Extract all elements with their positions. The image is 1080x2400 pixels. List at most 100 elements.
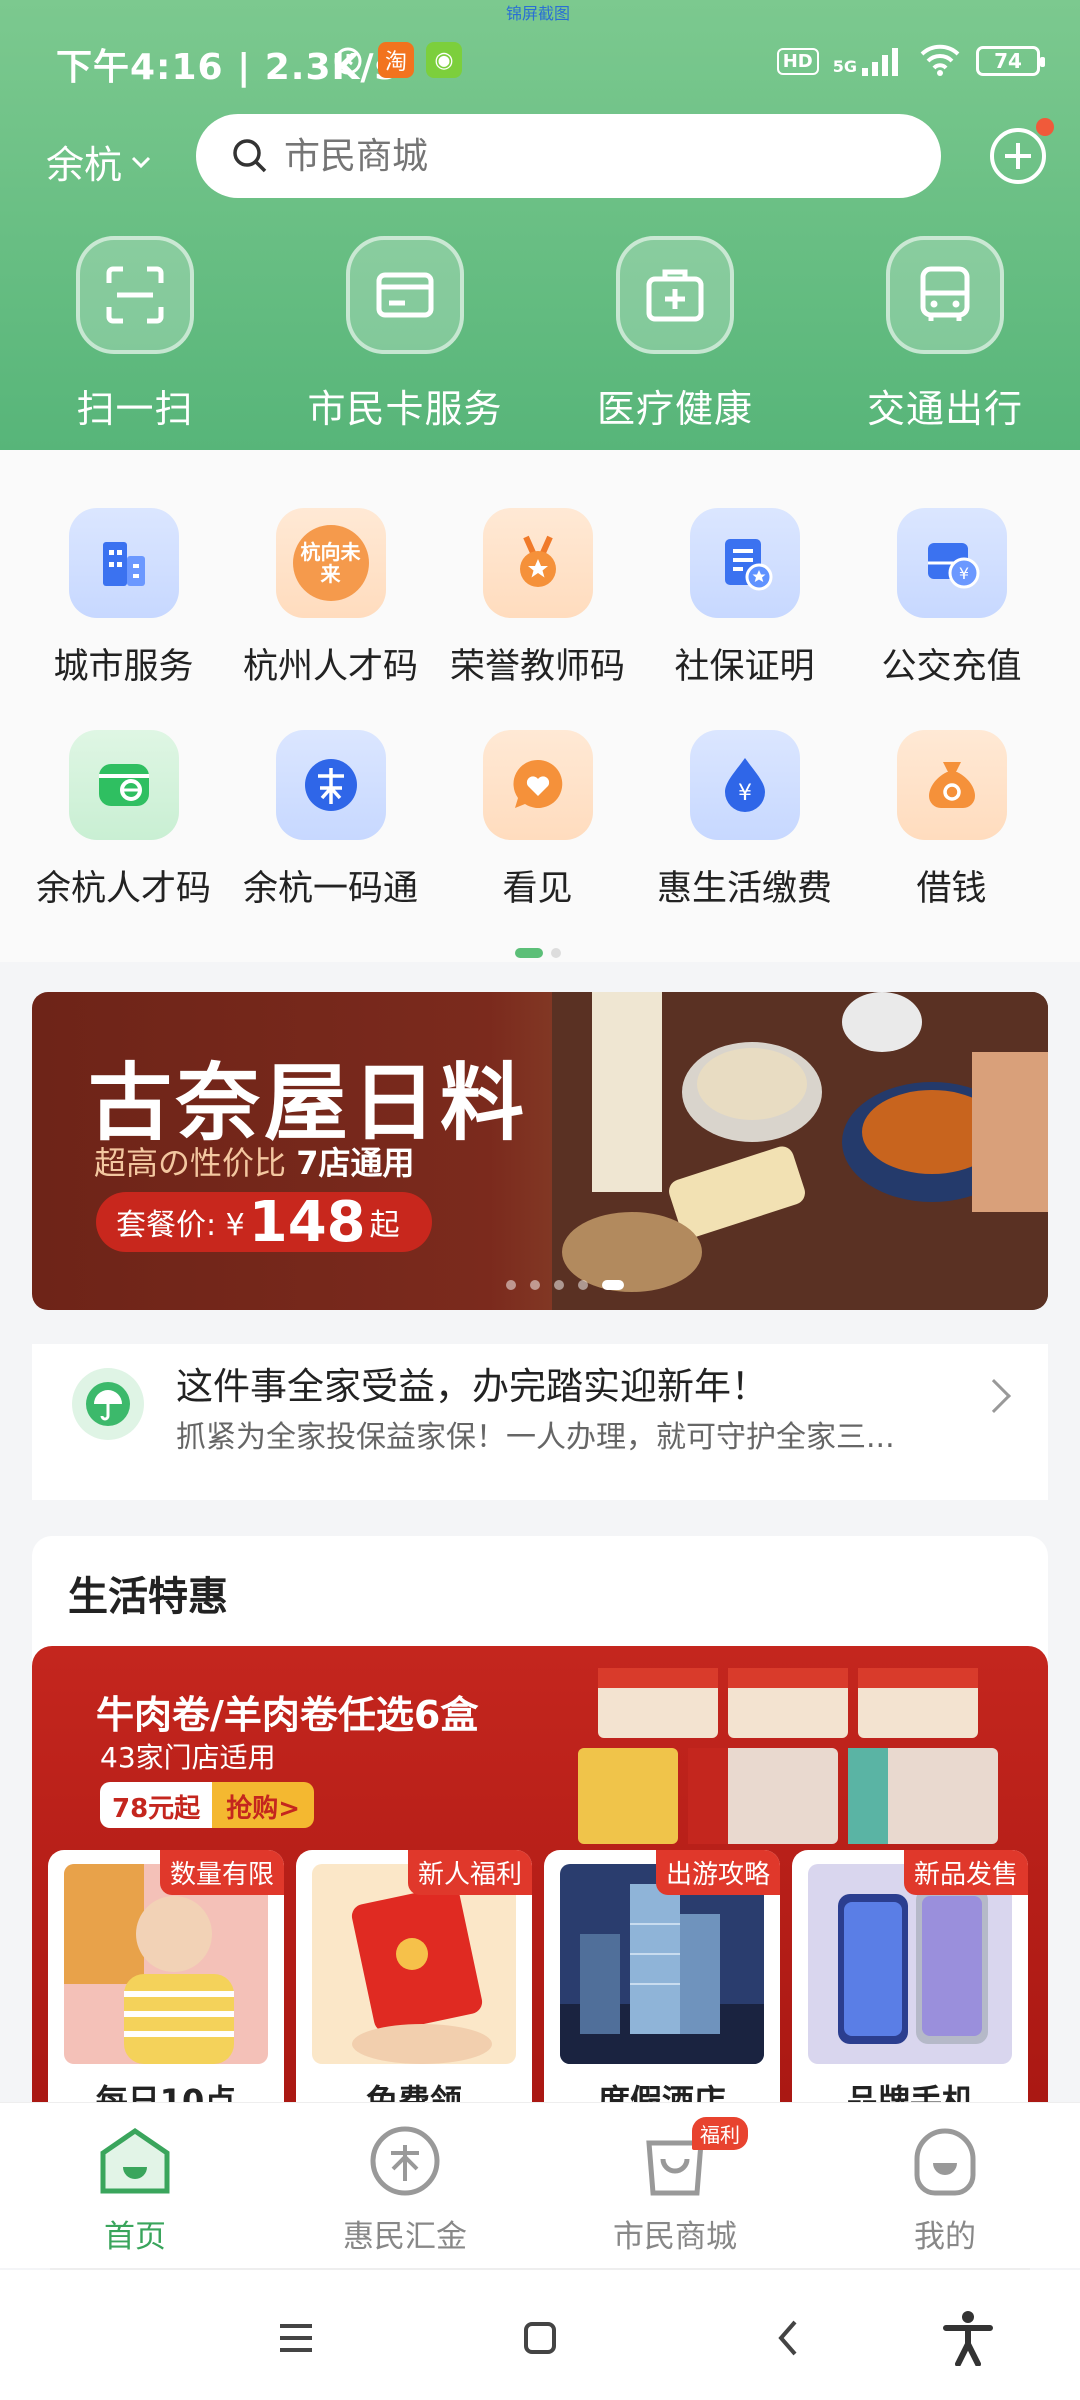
banner-subtitle: 超高の性价比 7店通用 [94,1144,415,1182]
deal-card[interactable]: 新人福利 免费领 [296,1850,532,2136]
quick-action-label: 医疗健康 [596,387,753,431]
services-row: 城市服务 杭向未来 杭州人才码 荣誉教师码 社保证明 ¥ 公交充值 [0,508,1080,689]
back-icon[interactable] [760,2310,816,2366]
quick-action-medical[interactable]: 医疗健康 [540,236,810,433]
services-row: 余杭人才码 余杭一码通 看见 ¥ 惠生活缴费 借钱 [0,730,1080,911]
tab-home[interactable]: 首页 [0,2103,270,2268]
service-utility-payment[interactable]: ¥ 惠生活缴费 [641,730,848,911]
welfare-badge: 福利 [692,2117,748,2150]
umbrella-icon [72,1368,144,1440]
buildings-icon [68,508,179,618]
svg-text:¥: ¥ [738,781,752,806]
svg-text:¥: ¥ [958,564,968,583]
card-icon [346,236,464,354]
beef-roll-promo[interactable]: 牛肉卷/羊肉卷任选6盒 43家门店适用 78元起 抢购> 数量有限 每日10点 … [32,1646,1048,2136]
card-tag: 新人福利 [407,1850,532,1895]
product-boxes-image [578,1668,998,1844]
tab-huimin-huijin[interactable]: 惠民汇金 [270,2103,540,2268]
promo-title: 牛肉卷/羊肉卷任选6盒 [96,1693,479,1737]
card-tag: 出游攻略 [655,1850,780,1895]
service-label: 杭州人才码 [242,647,418,687]
insurance-notice[interactable]: 这件事全家受益，办完踏实迎新年！ 抓紧为全家投保益家保！一人办理，就可守护全家三… [32,1344,1048,1500]
money-bag-icon [896,730,1007,840]
deal-card[interactable]: 出游攻略 度假酒店 [544,1850,780,2136]
chevron-right-icon [977,1379,1011,1413]
service-yuhang-talent-code[interactable]: 余杭人才码 [20,730,227,911]
deal-cards: 数量有限 每日10点 新人福利 免费领 出游攻略 度假酒店 新品发售 品牌手机 [48,1850,1028,2136]
promo-subtitle: 43家门店适用 [100,1741,276,1774]
menu-icon[interactable] [268,2310,324,2366]
bottom-tab-bar: 首页 惠民汇金 福利 市民商城 我的 [0,2102,1080,2268]
service-kanjian[interactable]: 看见 [434,730,641,911]
watermark: 锦屏截图 [506,4,571,23]
wallet-e-icon [68,730,179,840]
home-nav-icon[interactable] [512,2310,568,2366]
food-image [552,992,1048,1310]
tab-label: 惠民汇金 [343,2219,467,2255]
quick-action-transport[interactable]: 交通出行 [810,236,1080,433]
coin-icon [367,2123,443,2199]
hangzhou-talent-icon: 杭向未来 [275,508,386,618]
service-bus-recharge[interactable]: ¥ 公交充值 [848,508,1055,689]
accessibility-icon[interactable] [940,2310,996,2366]
service-label: 公交充值 [881,647,1022,687]
search-input[interactable] [284,135,844,177]
medical-kit-icon [616,236,734,354]
tab-label: 首页 [104,2219,166,2255]
service-social-security-proof[interactable]: 社保证明 [641,508,848,689]
deal-card[interactable]: 数量有限 每日10点 [48,1850,284,2136]
app-notification-icon: ◉ [426,42,462,78]
chevron-down-icon [131,156,151,168]
service-label: 城市服务 [53,647,194,687]
taobao-app-icon: 淘 [378,42,414,78]
section-title: 生活特惠 [68,1574,228,1620]
promo-buy-button[interactable]: 78元起 抢购> [100,1782,314,1828]
hd-badge: HD [776,47,819,75]
quick-actions: 扫一扫 市民卡服务 医疗健康 交通出行 [0,236,1080,433]
city-selector[interactable]: 余杭 [46,134,154,189]
search-bar[interactable] [196,114,941,198]
promo-banner[interactable]: 古奈屋日料 超高の性价比 7店通用 套餐价: ¥148 起 [32,992,1048,1310]
service-borrow-money[interactable]: 借钱 [848,730,1055,911]
tab-label: 市民商城 [613,2219,737,2255]
header: 锦屏截图 下午4:16 | 2.3K/s 淘 ◉ HD 5G 74 余杭 市民商… [0,0,1080,450]
card-tag: 新品发售 [903,1850,1028,1895]
life-deals-section: 生活特惠 牛肉卷/羊肉卷任选6盒 43家门店适用 78元起 抢购> 数量有限 每… [32,1536,1048,2136]
service-label: 看见 [502,869,573,909]
profile-icon [907,2123,983,2199]
document-star-icon [689,508,800,618]
quick-action-label: 扫一扫 [76,387,194,431]
service-yuhang-one-code[interactable]: 余杭一码通 [227,730,434,911]
service-label: 余杭人才码 [35,869,211,909]
signal-icon: 5G [833,46,904,76]
services-page-indicator [515,948,561,958]
service-hangzhou-talent-code[interactable]: 杭向未来 杭州人才码 [227,508,434,689]
system-navigation-bar [0,2270,1080,2400]
bus-icon [886,236,1004,354]
banner-page-indicator [506,1280,624,1290]
service-label: 荣誉教师码 [449,647,625,687]
banner-price: 套餐价: ¥148 起 [96,1190,432,1255]
tab-mine[interactable]: 我的 [810,2103,1080,2268]
tab-citizen-mall[interactable]: 福利 市民商城 [540,2103,810,2268]
battery-icon: 74 [976,46,1045,76]
service-city-services[interactable]: 城市服务 [20,508,227,689]
quick-action-scan[interactable]: 扫一扫 [0,236,270,433]
deal-card[interactable]: 新品发售 品牌手机 [792,1850,1028,2136]
quick-action-citizen-card[interactable]: 市民卡服务 [270,236,540,433]
notice-title: 这件事全家受益，办完踏实迎新年！ [176,1365,768,1408]
service-honor-teacher-code[interactable]: 荣誉教师码 [434,508,641,689]
yen-drop-icon: ¥ [689,730,800,840]
status-bar: 锦屏截图 下午4:16 | 2.3K/s 淘 ◉ HD 5G 74 [0,0,1080,120]
service-label: 社保证明 [674,647,815,687]
wifi-icon [918,42,962,80]
card-tag: 数量有限 [159,1850,284,1895]
tab-label: 我的 [914,2219,976,2255]
service-label: 余杭一码通 [242,869,418,909]
alarm-icon [330,42,366,78]
medal-icon [482,508,593,618]
search-icon [233,139,267,173]
quick-action-label: 交通出行 [866,387,1023,431]
services-grid: 城市服务 杭向未来 杭州人才码 荣誉教师码 社保证明 ¥ 公交充值 余杭人才码 … [0,450,1080,962]
add-button[interactable] [990,128,1046,184]
